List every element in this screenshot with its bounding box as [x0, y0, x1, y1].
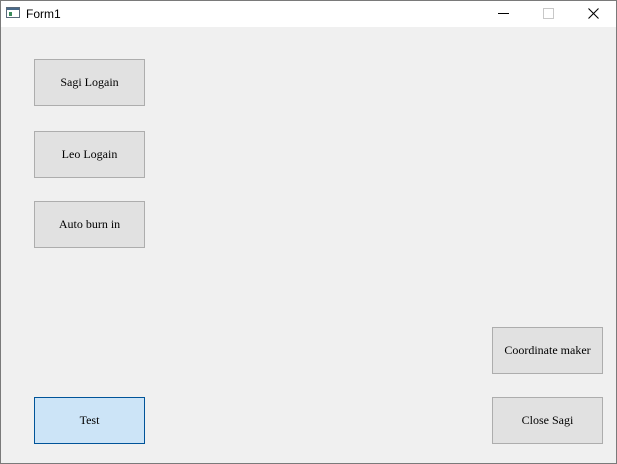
- minimize-icon: [498, 13, 509, 14]
- coordinate-maker-button[interactable]: Coordinate maker: [492, 327, 603, 374]
- title-bar[interactable]: Form1: [1, 1, 616, 27]
- form1-window: Form1 Sagi Logain Leo Logain Auto burn i…: [0, 0, 617, 464]
- maximize-icon: [543, 8, 554, 19]
- sagi-login-button[interactable]: Sagi Logain: [34, 59, 145, 106]
- auto-burn-in-button[interactable]: Auto burn in: [34, 201, 145, 248]
- close-window-button[interactable]: [571, 1, 616, 27]
- test-button[interactable]: Test: [34, 397, 145, 444]
- close-icon: [588, 8, 599, 19]
- leo-login-button[interactable]: Leo Logain: [34, 131, 145, 178]
- close-sagi-button[interactable]: Close Sagi: [492, 397, 603, 444]
- form-window-icon: [6, 7, 20, 18]
- maximize-button: [526, 1, 571, 27]
- minimize-button[interactable]: [481, 1, 526, 27]
- window-title: Form1: [26, 7, 61, 21]
